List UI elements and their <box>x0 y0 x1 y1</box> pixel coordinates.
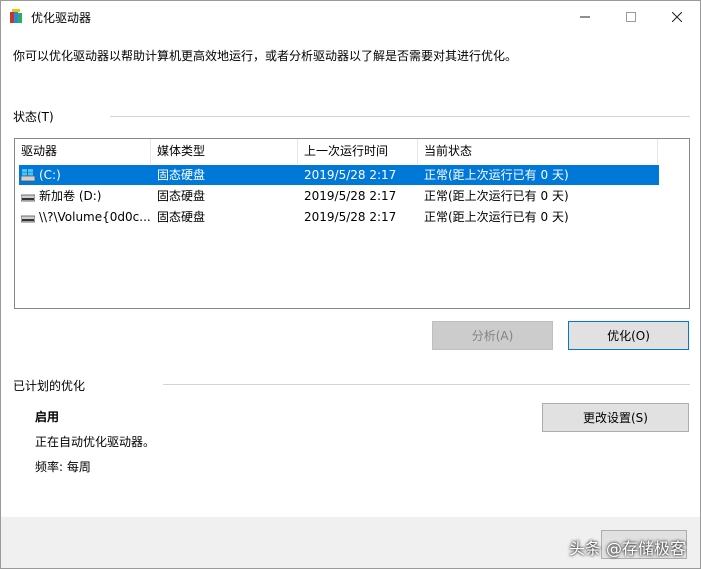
maximize-button[interactable] <box>608 1 654 32</box>
scheduled-divider <box>163 384 690 385</box>
last-run-time: 2019/5/28 2:17 <box>304 189 397 203</box>
current-state: 正常(距上次运行已有 0 天) <box>424 210 569 224</box>
minimize-icon <box>580 16 590 17</box>
drive-name: (C:) <box>39 168 61 182</box>
analyze-button[interactable]: 分析(A) <box>432 321 553 350</box>
maximize-icon <box>626 11 636 22</box>
last-run-time: 2019/5/28 2:17 <box>304 168 397 182</box>
column-header-last-run[interactable]: 上一次运行时间 <box>298 139 418 164</box>
optimize-drives-window: 优化驱动器 你可以优化驱动器以帮助计算机更高效地运行，或者分析驱动器以了解是否需… <box>0 0 701 569</box>
drive-row-volume[interactable]: \\?\Volume{0d0c... 固态硬盘 2019/5/28 2:17 正… <box>19 207 659 227</box>
drive-icon <box>21 194 35 202</box>
title-bar: 优化驱动器 <box>1 1 700 32</box>
drive-row-c[interactable]: (C:) 固态硬盘 2019/5/28 2:17 正常(距上次运行已有 0 天) <box>19 165 659 185</box>
optimize-button[interactable]: 优化(O) <box>568 321 689 350</box>
drive-icon <box>21 215 35 223</box>
column-header-state[interactable]: 当前状态 <box>418 139 658 164</box>
windows-drive-icon <box>21 169 35 182</box>
watermark: 头条 @存储极客 <box>568 539 686 558</box>
drive-name-cell: \\?\Volume{0d0c... <box>19 207 151 227</box>
column-header-drive[interactable]: 驱动器 <box>15 139 151 164</box>
drive-name: \\?\Volume{0d0c... <box>39 210 151 224</box>
minimize-button[interactable] <box>562 1 608 32</box>
window-title: 优化驱动器 <box>31 11 92 25</box>
change-settings-button[interactable]: 更改设置(S) <box>542 403 689 432</box>
dialog-footer: 头条 @存储极客 <box>1 517 700 568</box>
status-divider <box>110 116 690 117</box>
current-state: 正常(距上次运行已有 0 天) <box>424 168 569 182</box>
last-run-time: 2019/5/28 2:17 <box>304 210 397 224</box>
list-header: 驱动器 媒体类型 上一次运行时间 当前状态 <box>15 139 689 164</box>
media-type: 固态硬盘 <box>157 189 206 203</box>
scheduled-heading: 已计划的优化 <box>13 379 86 393</box>
media-type: 固态硬盘 <box>157 168 206 182</box>
schedule-state: 启用 <box>35 410 60 424</box>
drive-list[interactable]: 驱动器 媒体类型 上一次运行时间 当前状态 (C:) 固态硬盘 2019/5/2… <box>14 138 690 309</box>
schedule-detail: 正在自动优化驱动器。 <box>35 435 156 449</box>
window-description: 你可以优化驱动器以帮助计算机更高效地运行，或者分析驱动器以了解是否需要对其进行优… <box>13 49 518 63</box>
column-header-media[interactable]: 媒体类型 <box>151 139 298 164</box>
status-heading: 状态(T) <box>13 110 54 124</box>
defrag-app-icon <box>10 9 22 23</box>
drive-name-cell: 新加卷 (D:) <box>19 186 151 206</box>
drive-name-cell: (C:) <box>19 165 151 185</box>
media-type: 固态硬盘 <box>157 210 206 224</box>
current-state: 正常(距上次运行已有 0 天) <box>424 189 569 203</box>
drive-name: 新加卷 (D:) <box>39 189 102 203</box>
close-icon <box>672 11 682 22</box>
close-button[interactable] <box>654 1 700 32</box>
schedule-frequency: 频率: 每周 <box>35 460 91 474</box>
drive-row-d[interactable]: 新加卷 (D:) 固态硬盘 2019/5/28 2:17 正常(距上次运行已有 … <box>19 186 659 206</box>
